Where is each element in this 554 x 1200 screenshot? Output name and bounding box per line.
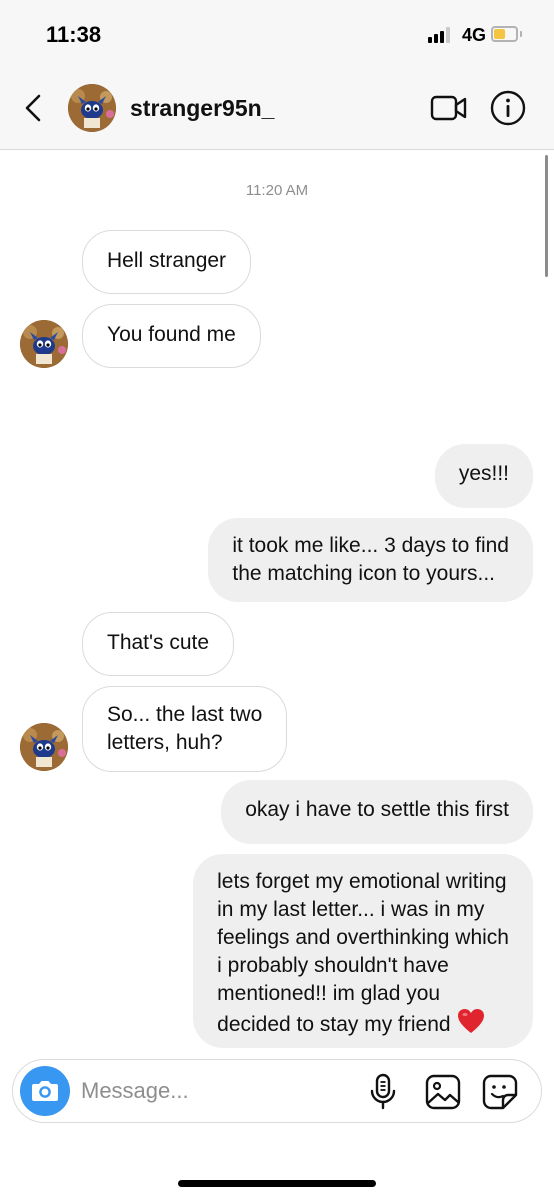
chat-header: stranger95n_ xyxy=(0,70,554,150)
message-line: it took me like... 3 days to find xyxy=(232,534,509,557)
message-composer xyxy=(12,1059,542,1123)
message-bubble-incoming[interactable]: Hell stranger xyxy=(82,230,252,294)
message-bubble-outgoing[interactable]: okay i have to settle this first xyxy=(221,780,533,844)
message-text: That's cute xyxy=(107,631,210,654)
camera-button[interactable] xyxy=(20,1066,70,1116)
battery-icon xyxy=(491,26,518,42)
message-text: okay i have to settle this first xyxy=(245,798,509,821)
image-icon xyxy=(425,1074,461,1110)
info-button[interactable] xyxy=(489,89,527,127)
signal-icon xyxy=(428,27,454,43)
video-call-button[interactable] xyxy=(430,92,468,124)
sticker-button[interactable] xyxy=(481,1073,519,1111)
message-text: You found me xyxy=(107,323,236,346)
message-bubble-outgoing[interactable]: yes!!! xyxy=(434,444,533,508)
scrollbar[interactable] xyxy=(545,155,548,277)
sticker-icon xyxy=(482,1074,518,1110)
chat-username[interactable]: stranger95n_ xyxy=(130,95,274,122)
message-line: decided to stay my friend xyxy=(217,1008,509,1039)
message-line: feelings and overthinking which xyxy=(217,926,509,949)
message-timestamp: 11:20 AM xyxy=(245,182,309,199)
message-text: yes!!! xyxy=(458,462,509,485)
message-line: lets forget my emotional writing xyxy=(217,870,507,893)
message-line: mentioned!! im glad you xyxy=(217,982,441,1005)
heart-icon xyxy=(457,1009,484,1033)
message-line: i probably shouldn't have xyxy=(217,954,449,977)
info-icon xyxy=(490,90,526,126)
sender-avatar[interactable] xyxy=(20,723,68,771)
chevron-left-icon xyxy=(25,94,41,122)
message-line: in my last letter... i was in my xyxy=(217,898,485,921)
camera-icon xyxy=(32,1081,58,1101)
profile-picture xyxy=(20,723,68,771)
network-type: 4G xyxy=(462,25,487,45)
sender-avatar[interactable] xyxy=(20,320,68,368)
message-text: Hell stranger xyxy=(107,249,227,272)
message-bubble-outgoing[interactable]: it took me like... 3 days to find the ma… xyxy=(208,518,533,602)
profile-picture xyxy=(20,320,68,368)
message-line: letters, huh? xyxy=(107,731,223,754)
profile-picture xyxy=(68,84,116,132)
microphone-icon xyxy=(370,1073,396,1110)
avatar[interactable] xyxy=(68,84,116,132)
home-indicator[interactable] xyxy=(178,1180,376,1187)
status-bar: 11:38 4G xyxy=(0,0,554,70)
voice-message-button[interactable] xyxy=(368,1073,398,1111)
status-time: 11:38 xyxy=(46,22,102,47)
message-bubble-incoming[interactable]: That's cute xyxy=(82,612,235,676)
message-bubble-incoming[interactable]: So... the last two letters, huh? xyxy=(82,686,288,772)
video-camera-icon xyxy=(430,95,467,121)
message-line: the matching icon to yours... xyxy=(232,562,495,585)
message-line: So... the last two xyxy=(107,703,263,726)
gallery-button[interactable] xyxy=(424,1073,462,1111)
message-bubble-outgoing[interactable]: lets forget my emotional writing in my l… xyxy=(193,854,533,1048)
message-input[interactable] xyxy=(81,1074,351,1108)
back-button[interactable] xyxy=(20,92,48,124)
message-bubble-incoming[interactable]: You found me xyxy=(82,304,261,368)
